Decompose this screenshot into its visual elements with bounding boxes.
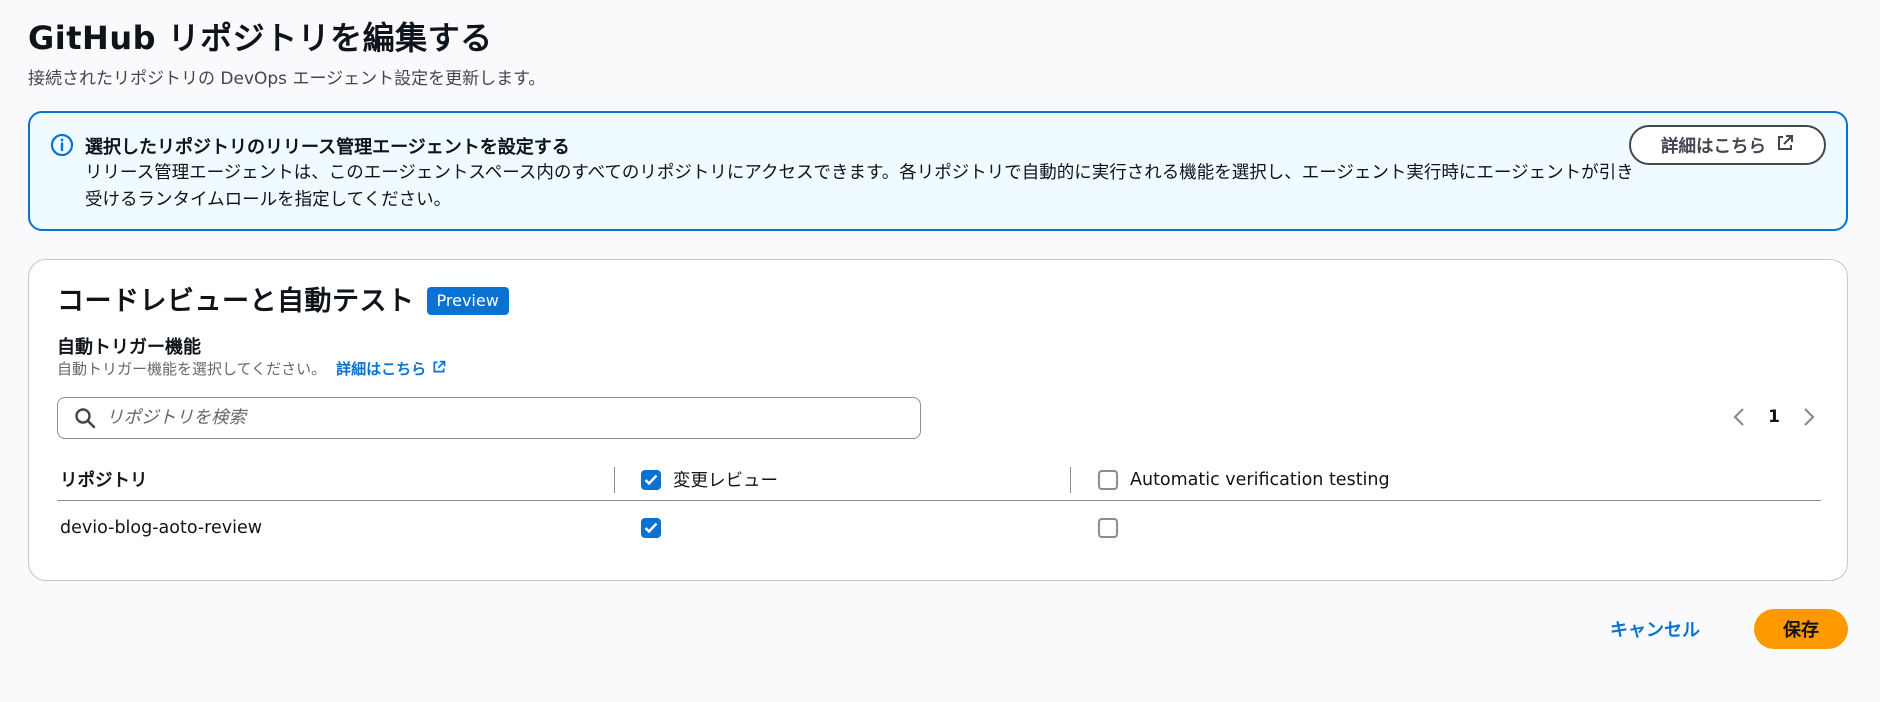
column-header-repository: リポジトリ	[60, 471, 148, 491]
external-link-icon	[432, 360, 446, 378]
change-review-cell	[641, 501, 661, 555]
auto-review-card: コードレビューと自動テスト Preview 自動トリガー機能 自動トリガー機能を…	[28, 259, 1848, 581]
section-learn-more-label: 詳細はこちら	[336, 360, 427, 378]
pagination: 1	[1729, 403, 1819, 431]
section-description-text: 自動トリガー機能を選択してください。	[57, 360, 327, 378]
save-button[interactable]: 保存	[1754, 609, 1848, 649]
info-alert: 選択したリポジトリのリリース管理エージェントを設定する リリース管理エージェント…	[28, 111, 1848, 231]
footer-actions: キャンセル 保存	[1610, 609, 1848, 649]
chevron-right-icon[interactable]	[1799, 403, 1819, 431]
table-header: リポジトリ 変更レビュー Automatic verification test…	[57, 459, 1821, 501]
cancel-button[interactable]: キャンセル	[1610, 616, 1700, 642]
card-title: コードレビューと自動テスト	[57, 286, 415, 317]
page-title: GitHub リポジトリを編集する	[28, 19, 493, 57]
search-input[interactable]	[106, 398, 920, 438]
section-description: 自動トリガー機能を選択してください。 詳細はこちら	[57, 358, 446, 379]
select-all-verification-testing-checkbox[interactable]	[1098, 469, 1118, 490]
table-row: devio-blog-aoto-review	[57, 501, 1821, 555]
chevron-left-icon[interactable]	[1729, 403, 1749, 431]
column-divider	[1070, 467, 1071, 493]
column-header-change-review: 変更レビュー	[641, 459, 778, 500]
column-header-verification-testing: Automatic verification testing	[1098, 459, 1390, 500]
section-label: 自動トリガー機能	[57, 337, 201, 358]
learn-more-button[interactable]: 詳細はこちら	[1629, 125, 1826, 165]
repository-name: devio-blog-aoto-review	[60, 518, 263, 538]
external-link-icon	[1776, 134, 1794, 157]
column-header-change-review-label: 変更レビュー	[673, 471, 778, 491]
change-review-checkbox[interactable]	[641, 518, 661, 538]
learn-more-label: 詳細はこちら	[1661, 136, 1766, 157]
column-header-verification-testing-label: Automatic verification testing	[1130, 469, 1390, 490]
section-learn-more-link[interactable]: 詳細はこちら	[336, 358, 446, 379]
alert-body: リリース管理エージェントは、このエージェントスペース内のすべてのリポジトリにアク…	[85, 163, 1634, 210]
page-subtitle: 接続されたリポジトリの DevOps エージェント設定を更新します。	[28, 69, 546, 89]
select-all-change-review-checkbox[interactable]	[641, 469, 661, 490]
page-header: GitHub リポジトリを編集する 接続されたリポジトリの DevOps エージ…	[28, 16, 545, 89]
search-box[interactable]	[57, 397, 921, 439]
alert-title: 選択したリポジトリのリリース管理エージェントを設定する	[85, 137, 570, 158]
card-heading: コードレビューと自動テスト Preview	[57, 279, 509, 318]
verification-testing-cell	[1098, 501, 1118, 555]
repository-table: リポジトリ 変更レビュー Automatic verification test…	[57, 459, 1821, 555]
preview-badge: Preview	[426, 286, 509, 315]
verification-testing-checkbox[interactable]	[1098, 518, 1118, 538]
search-icon	[74, 407, 96, 429]
page-number[interactable]: 1	[1767, 407, 1781, 427]
info-icon	[50, 133, 74, 157]
column-divider	[614, 467, 615, 493]
